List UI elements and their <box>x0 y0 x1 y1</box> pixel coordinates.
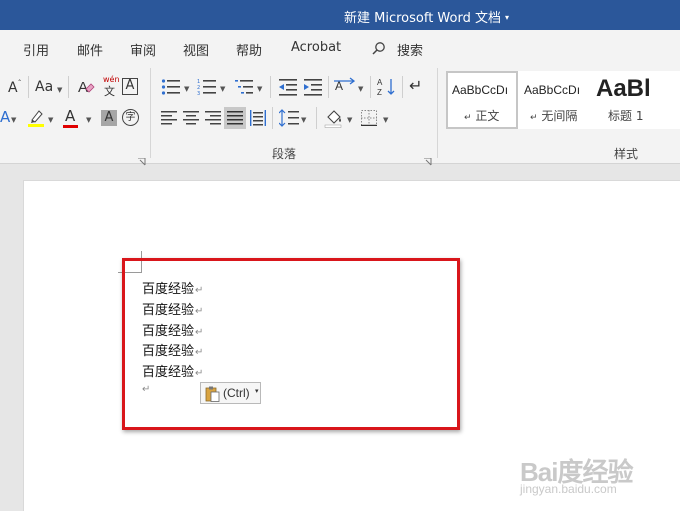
decrease-indent-icon[interactable] <box>278 78 298 96</box>
phonetic-guide-button[interactable]: wén <box>103 76 120 84</box>
character-border-button[interactable]: A <box>122 78 138 95</box>
style-heading-1-label: 标题 1 <box>608 109 644 123</box>
svg-text:3: 3 <box>197 91 200 96</box>
style-no-spacing-label: ↵ 无间隔 <box>530 109 578 123</box>
group-divider <box>150 68 151 158</box>
sort-icon[interactable]: A Z <box>377 77 397 97</box>
style-heading-1[interactable]: AaBl 标题 1 <box>590 71 680 129</box>
style-normal-label: ↵ 正文 <box>464 109 500 123</box>
chevron-down-icon[interactable]: ▼ <box>301 116 306 124</box>
style-heading-1-sample: AaBl <box>596 75 651 102</box>
chinese-layout-icon[interactable]: A <box>333 77 355 97</box>
divider <box>28 76 29 98</box>
style-no-spacing-sample: AaBbCcDı <box>524 83 581 97</box>
justify-button[interactable] <box>224 107 246 129</box>
phonetic-guide-char: 文 <box>104 85 115 98</box>
svg-text:A: A <box>78 79 88 96</box>
enclose-characters-button[interactable]: 字 <box>122 109 139 126</box>
show-formatting-marks-icon[interactable]: ↵ <box>409 78 422 94</box>
style-no-spacing[interactable]: AaBbCcDı ↵ 无间隔 <box>518 71 590 129</box>
align-left-icon[interactable] <box>161 110 177 126</box>
distributed-icon[interactable] <box>250 110 266 126</box>
grow-font-button[interactable]: Aˆ <box>8 80 22 96</box>
document-title-text: 新建 Microsoft Word 文档 <box>344 11 501 26</box>
numbering-icon[interactable]: 1 2 3 <box>197 78 217 96</box>
chevron-down-icon[interactable]: ▼ <box>11 116 16 124</box>
search-icon[interactable] <box>372 41 386 55</box>
clear-formatting-icon[interactable]: A <box>77 78 95 96</box>
line-spacing-icon[interactable] <box>279 109 299 127</box>
tab-mailings[interactable]: 邮件 <box>77 40 103 59</box>
character-shading-button[interactable]: A <box>101 110 117 126</box>
align-right-icon[interactable] <box>205 110 221 126</box>
group-divider <box>437 68 438 158</box>
chevron-down-icon[interactable]: ▼ <box>220 85 225 93</box>
svg-text:Z: Z <box>377 88 382 97</box>
document-title[interactable]: 新建 Microsoft Word 文档 ▾ <box>344 7 509 26</box>
multilevel-list-icon[interactable] <box>234 78 254 96</box>
divider <box>316 107 317 129</box>
font-color-button[interactable]: A <box>65 109 75 124</box>
chevron-down-icon[interactable]: ▼ <box>358 85 363 93</box>
change-case-button[interactable]: Aa <box>35 80 53 94</box>
align-center-icon[interactable] <box>183 110 199 126</box>
divider <box>402 76 403 98</box>
tab-help[interactable]: 帮助 <box>236 40 262 59</box>
font-dialog-launcher[interactable] <box>138 151 146 166</box>
svg-text:A: A <box>377 78 383 87</box>
search-label[interactable]: 搜索 <box>397 40 423 59</box>
baidu-watermark-url: jingyan.baidu.com <box>520 482 617 496</box>
style-normal-sample: AaBbCcDı <box>452 83 509 97</box>
annotation-highlight-box <box>122 258 460 430</box>
divider <box>270 76 271 98</box>
increase-indent-icon[interactable] <box>303 78 323 96</box>
shading-icon[interactable] <box>324 108 344 128</box>
styles-group-label: 样式 <box>614 147 639 161</box>
tab-references[interactable]: 引用 <box>23 40 49 59</box>
chevron-down-icon[interactable]: ▼ <box>184 85 189 93</box>
divider <box>272 107 273 129</box>
tab-review[interactable]: 审阅 <box>130 40 156 59</box>
chevron-down-icon[interactable]: ▼ <box>86 116 91 124</box>
divider <box>68 76 69 98</box>
highlighter-icon[interactable] <box>27 108 45 128</box>
chevron-down-icon[interactable]: ▼ <box>57 86 62 94</box>
chevron-down-icon[interactable]: ▼ <box>257 85 262 93</box>
divider <box>370 76 371 98</box>
paragraph-group-label: 段落 <box>272 147 297 161</box>
style-normal[interactable]: AaBbCcDı ↵ 正文 <box>446 71 518 129</box>
chevron-down-icon[interactable]: ▼ <box>48 116 53 124</box>
title-bar: 新建 Microsoft Word 文档 ▾ <box>0 0 680 30</box>
justify-icon <box>227 111 243 125</box>
text-effects-button[interactable]: A <box>0 110 10 125</box>
chevron-down-icon[interactable]: ▾ <box>505 13 509 22</box>
tab-view[interactable]: 视图 <box>183 40 209 59</box>
font-color-swatch <box>63 125 78 128</box>
bullets-icon[interactable] <box>161 78 181 96</box>
borders-icon[interactable] <box>361 110 377 126</box>
paragraph-dialog-launcher[interactable] <box>424 151 432 166</box>
ribbon-tabs: 引用 邮件 审阅 视图 帮助 Acrobat 搜索 <box>0 30 680 64</box>
chevron-down-icon[interactable]: ▼ <box>383 116 388 124</box>
chevron-down-icon[interactable]: ▼ <box>347 116 352 124</box>
tab-acrobat[interactable]: Acrobat <box>291 40 341 55</box>
divider <box>328 76 329 98</box>
